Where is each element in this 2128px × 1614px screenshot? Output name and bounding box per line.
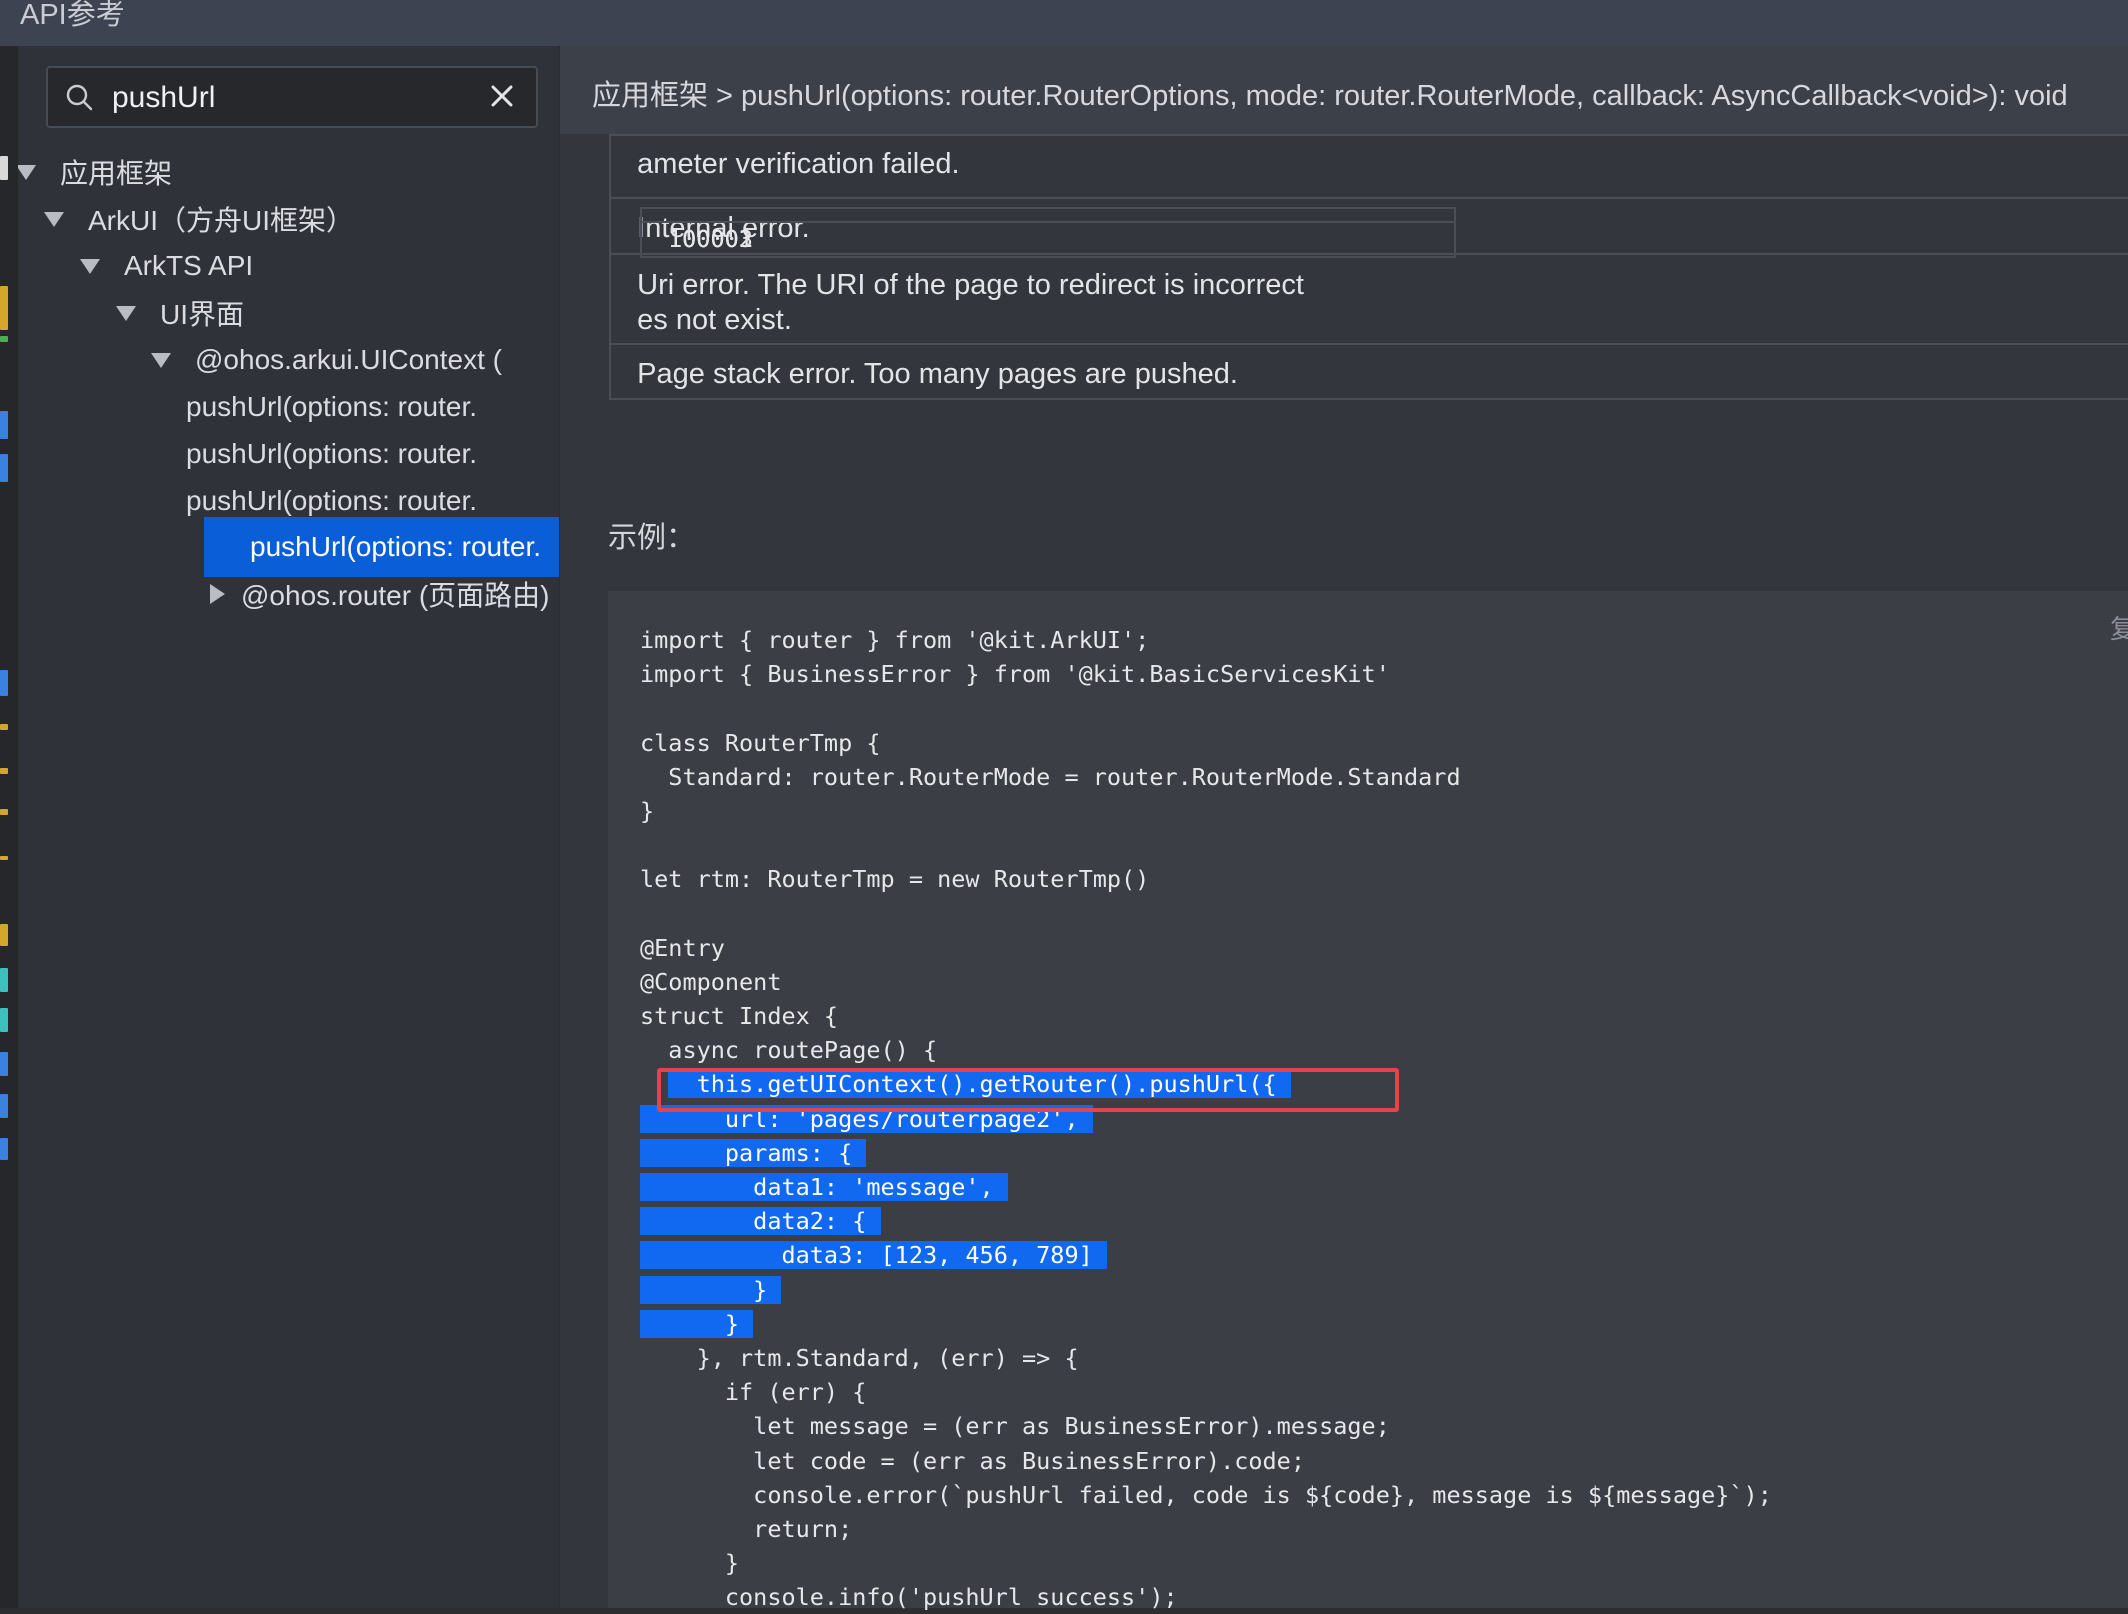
message-line: ameter verification failed.	[637, 148, 960, 180]
selected-code: data1: 'message',	[640, 1173, 1008, 1201]
code-line: struct Index {	[640, 1002, 839, 1031]
code-line: console.info('pushUrl success');	[640, 1583, 1178, 1612]
selected-code: }	[640, 1309, 754, 1338]
code-text: import { router } from '@kit.ArkUI'; impo…	[640, 623, 1772, 1614]
code-line: import { router } from '@kit.ArkUI';	[640, 626, 1150, 654]
collapsed-triangle-icon[interactable]	[205, 582, 229, 606]
breadcrumb: 应用框架 > pushUrl(options: router.RouterOpt…	[560, 46, 2128, 134]
code-line: return;	[640, 1514, 853, 1543]
search-box[interactable]: pushUrl	[46, 66, 538, 128]
copy-button[interactable]: 复	[2110, 609, 2128, 646]
code-line: data3: [123, 456, 789]	[640, 1238, 1772, 1272]
code-line: }	[640, 796, 655, 825]
code-line: let code = (err as BusinessError).code;	[640, 1446, 1305, 1475]
code-line: class RouterTmp {	[640, 728, 881, 757]
code-line: }	[640, 1307, 1772, 1341]
code-line: Standard: router.RouterMode = router.Rou…	[640, 762, 1461, 791]
tree-node-ohos-router[interactable]: @ohos.router (页面路由)	[205, 564, 559, 624]
search-icon	[66, 84, 93, 111]
table-cell-code: 100003	[640, 207, 1456, 259]
table-cell-message: ameter verification failed.	[609, 134, 2128, 199]
table-row: ameter verification failed.	[608, 134, 2128, 223]
selected-code: params: {	[640, 1138, 867, 1167]
title-bar: API参考	[0, 0, 2128, 47]
expanded-triangle-icon[interactable]	[78, 254, 102, 278]
expanded-triangle-icon[interactable]	[114, 301, 138, 325]
selected-code: data2: {	[640, 1207, 881, 1236]
error-code-table: ameter verification failed. 100001 Inter…	[608, 134, 2128, 400]
table-row: 100003 Page stack error. Too many pages …	[608, 207, 2128, 400]
tree-node-label: pushUrl(options: router.	[250, 531, 542, 562]
search-input[interactable]: pushUrl	[112, 82, 215, 114]
message-line: Page stack error. Too many pages are pus…	[637, 358, 1238, 390]
window-title: API参考	[20, 0, 125, 31]
code-line: console.error(`pushUrl failed, code is $…	[640, 1480, 1772, 1509]
table-row: 100002 Uri error. The URI of the page to…	[608, 207, 2128, 345]
table-cell-message: Uri error. The URI of the page to redire…	[609, 253, 2128, 345]
tree-node-label: @ohos.arkui.UIContext (	[195, 344, 502, 375]
message-line: Uri error. The URI of the page to redire…	[637, 269, 1304, 301]
code-line: }	[640, 1273, 1772, 1307]
code-line: params: {	[640, 1136, 1772, 1170]
selected-code: data3: [123, 456, 789]	[640, 1241, 1107, 1270]
code-line: @Component	[640, 967, 782, 996]
api-reference-sidebar: pushUrl 应用框架 ArkUI（方舟UI框架） ArkTS API UI界…	[18, 46, 559, 1608]
code-line: if (err) {	[640, 1378, 867, 1407]
editor-gutter-strip	[0, 46, 18, 1608]
expanded-triangle-icon[interactable]	[149, 348, 173, 372]
code-line: data2: {	[640, 1204, 1772, 1238]
tree-node-label: ArkTS API	[124, 250, 254, 281]
code-line: async routePage() {	[640, 1036, 938, 1065]
code-line: import { BusinessError } from '@kit.Basi…	[640, 660, 1390, 689]
tree-node-label: @ohos.router (页面路由)	[241, 580, 550, 611]
tree-node-label: 应用框架	[60, 158, 173, 189]
expanded-triangle-icon[interactable]	[18, 160, 38, 184]
code-line: data1: 'message',	[640, 1170, 1772, 1204]
close-icon[interactable]	[486, 80, 518, 112]
tree-node-label: UI界面	[160, 299, 245, 330]
message-line: es not exist.	[637, 304, 792, 336]
tree-node-label: ArkUI（方舟UI框架）	[88, 205, 355, 236]
tree-node-label: pushUrl(options: router.	[186, 438, 478, 469]
tree-node-label: pushUrl(options: router.	[186, 485, 478, 516]
code-line: }, rtm.Standard, (err) => {	[640, 1343, 1079, 1372]
annotation-red-box	[657, 1068, 1399, 1112]
example-heading: 示例：	[608, 522, 696, 554]
selected-code: }	[640, 1275, 782, 1304]
code-line: @Entry	[640, 933, 725, 962]
table-cell-message: Page stack error. Too many pages are pus…	[609, 343, 2128, 400]
code-line: let message = (err as BusinessError).mes…	[640, 1412, 1390, 1441]
tree-node-label: pushUrl(options: router.	[186, 391, 478, 422]
code-line: let rtm: RouterTmp = new RouterTmp()	[640, 865, 1150, 894]
expanded-triangle-icon[interactable]	[42, 207, 66, 231]
code-line: }	[640, 1549, 740, 1578]
